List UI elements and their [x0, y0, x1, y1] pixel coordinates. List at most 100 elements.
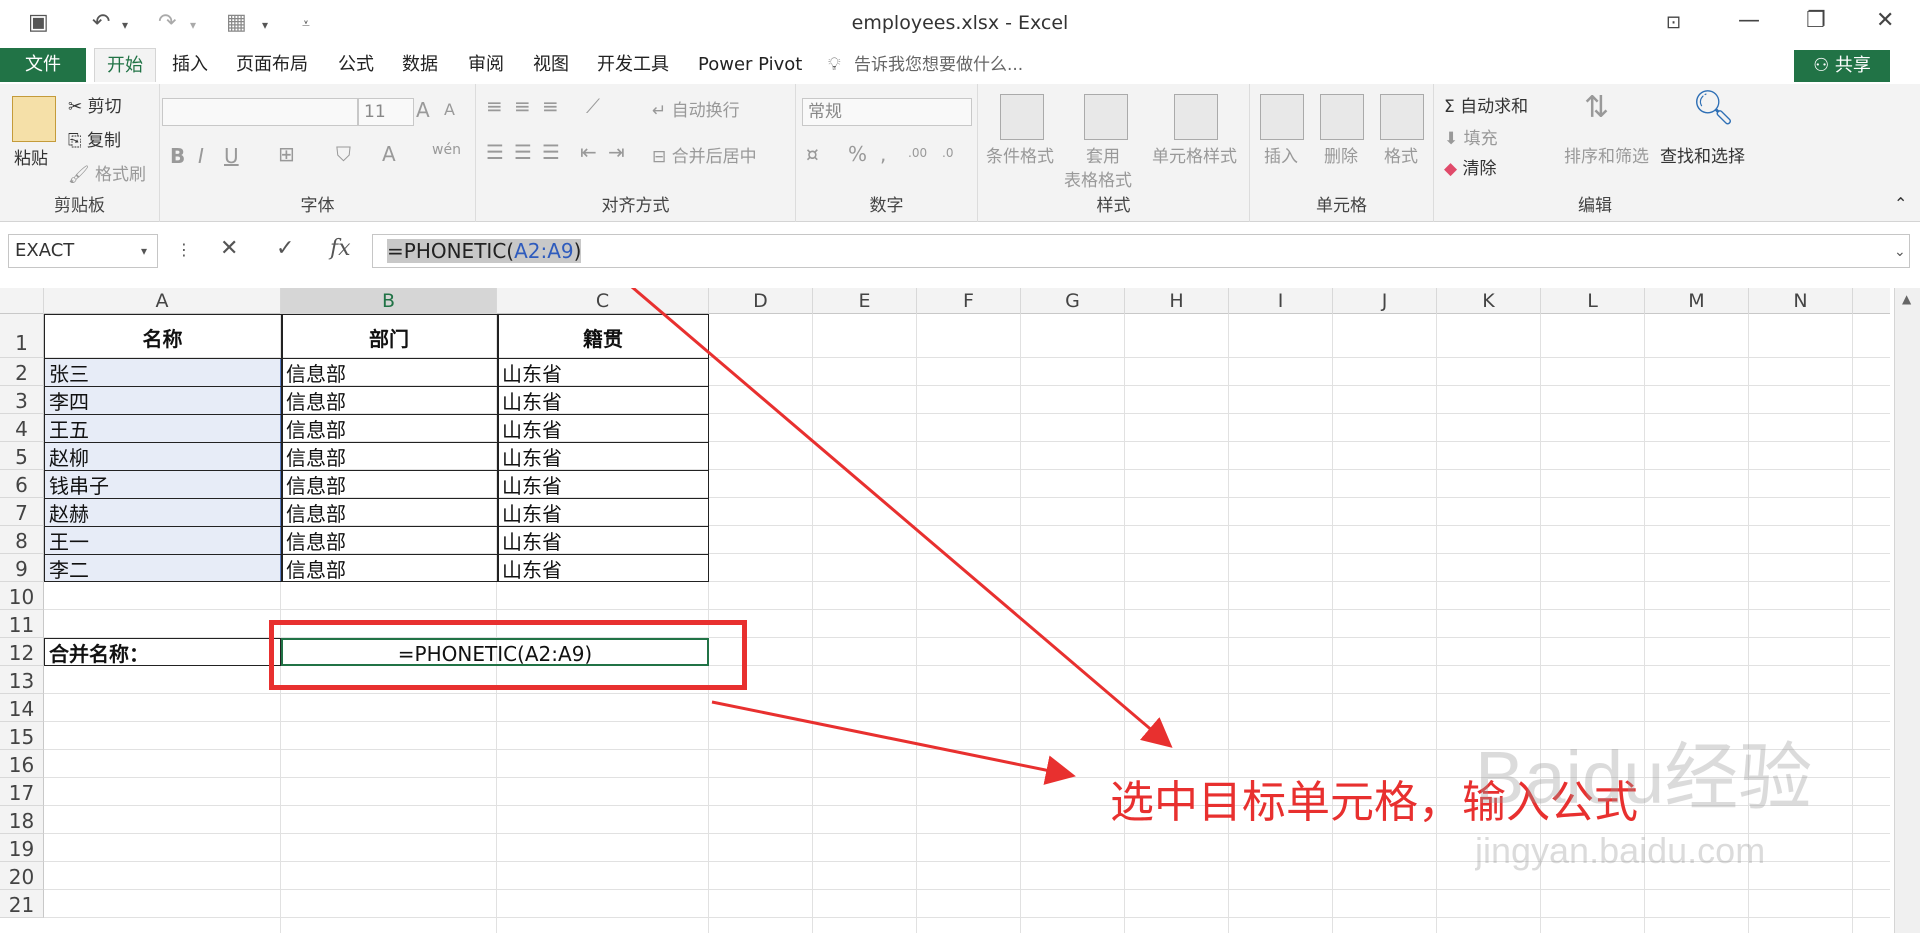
cut-button[interactable]: ✂ 剪切 — [68, 92, 122, 117]
align-top-icon[interactable]: ≡ — [486, 94, 503, 118]
fill-label: 填充 — [1463, 129, 1498, 149]
ribbon-display-icon[interactable]: ⊡ — [1666, 12, 1681, 33]
cancel-icon[interactable]: ✕ — [220, 236, 238, 261]
editing-group: Σ 自动求和 ⬇ 填充 ◆ 清除 ⇅ 排序和筛选 🔍︎ 查找和选择 编辑 — [1434, 84, 1756, 222]
delete-cells-button[interactable]: 删除 — [1324, 142, 1358, 167]
currency-icon[interactable]: ¤ — [806, 142, 819, 166]
font-name-select[interactable] — [162, 98, 358, 126]
number-group-label: 数字 — [869, 196, 904, 216]
tab-home[interactable]: 开始 — [94, 48, 156, 82]
wrap-text-button[interactable]: ↵ 自动换行 — [652, 96, 740, 121]
cells-group-label: 单元格 — [1316, 196, 1367, 216]
delete-cells-icon[interactable] — [1320, 94, 1364, 140]
align-middle-icon[interactable]: ≡ — [514, 94, 531, 118]
decrease-indent-icon[interactable]: ⇤ — [580, 140, 597, 164]
formula-input[interactable]: =PHONETIC(A2:A9) — [372, 234, 1910, 268]
number-format-select[interactable]: 常规 — [802, 98, 972, 126]
sort-filter-icon[interactable]: ⇅ — [1584, 90, 1609, 125]
conditional-format-button[interactable]: 条件格式 — [986, 142, 1054, 167]
grow-font-icon[interactable]: A — [416, 98, 430, 122]
paste-icon[interactable] — [12, 96, 56, 142]
collapse-ribbon-icon[interactable]: ⌃ — [1894, 194, 1907, 213]
tab-developer[interactable]: 开发工具 — [597, 48, 669, 82]
tab-insert[interactable]: 插入 — [172, 48, 208, 82]
cut-label: 剪切 — [87, 97, 122, 117]
fill-color-icon[interactable]: ⛉ — [336, 142, 351, 166]
merge-center-button[interactable]: ⊟ 合并后居中 — [652, 142, 757, 167]
phonetic-icon[interactable]: wén — [432, 142, 461, 158]
tab-power-pivot[interactable]: Power Pivot — [698, 48, 802, 82]
increase-indent-icon[interactable]: ⇥ — [608, 140, 625, 164]
formula-highlight: =PHONETIC(A2:A9) — [387, 239, 582, 263]
tab-review[interactable]: 审阅 — [468, 48, 504, 82]
percent-icon[interactable]: % — [848, 142, 867, 166]
editing-group-label: 编辑 — [1578, 196, 1612, 216]
format-table-line1[interactable]: 套用 — [1086, 142, 1120, 167]
clipboard-group-label: 剪贴板 — [54, 196, 105, 216]
tab-page-layout[interactable]: 页面布局 — [236, 48, 308, 82]
clear-button[interactable]: ◆ 清除 — [1444, 154, 1496, 179]
insert-cells-button[interactable]: 插入 — [1264, 142, 1298, 167]
formula-bar: EXACT ▾ ⋮ ✕ ✓ fx =PHONETIC(A2:A9) ⌄ — [0, 222, 1920, 280]
tell-me-search[interactable]: 告诉我您想要做什么... — [854, 48, 1023, 82]
copy-button[interactable]: ⎘ 复制 — [68, 126, 121, 151]
namebox-dropdown-icon[interactable]: ▾ — [141, 244, 147, 258]
insert-cells-icon[interactable] — [1260, 94, 1304, 140]
arrow-from-cell — [711, 700, 1076, 785]
font-color-icon[interactable]: A — [382, 142, 396, 166]
underline-icon[interactable]: U — [224, 144, 239, 168]
clipboard-group: 粘贴 ✂ 剪切 ⎘ 复制 🖌︎ 格式刷 剪贴板 — [0, 84, 160, 222]
cell-styles-icon[interactable] — [1174, 94, 1218, 140]
increase-decimal-icon[interactable]: .00 — [908, 146, 927, 160]
worksheet[interactable]: ABCDEFGHIJKLMNO 123456789101112131415161… — [0, 288, 1920, 933]
bold-icon[interactable]: B — [170, 144, 185, 168]
comma-icon[interactable]: , — [880, 142, 886, 166]
font-size-select[interactable]: 11 — [358, 98, 414, 126]
scroll-up-icon[interactable]: ▲ — [1902, 292, 1911, 306]
alignment-group: ≡ ≡ ≡ ⟋ ↵ 自动换行 ☰ ☰ ☰ ⇤ ⇥ ⊟ 合并后居中 对齐方式 — [476, 84, 796, 222]
shrink-font-icon[interactable]: A — [444, 100, 455, 119]
share-button[interactable]: ⚇ 共享 — [1794, 50, 1890, 82]
align-center-icon[interactable]: ☰ — [514, 140, 532, 164]
close-icon[interactable]: ✕ — [1876, 8, 1894, 33]
baidu-watermark: Baidu经验 jingyan.baidu.com — [1475, 736, 1812, 871]
format-painter-label: 格式刷 — [95, 165, 146, 185]
paste-button[interactable]: 粘贴 — [14, 144, 48, 169]
insert-function-icon[interactable]: fx — [330, 236, 351, 261]
sigma-icon: Σ — [1444, 97, 1461, 117]
sort-filter-button[interactable]: 排序和筛选 — [1564, 142, 1649, 167]
restore-icon[interactable]: ❐ — [1806, 8, 1826, 33]
align-bottom-icon[interactable]: ≡ — [542, 94, 559, 118]
font-group: 11 A A B I U ⊞ ⛉ A wén 字体 — [160, 84, 476, 222]
minimize-icon[interactable]: — — [1738, 8, 1760, 33]
format-table-line2[interactable]: 表格格式 — [1064, 166, 1132, 191]
decrease-decimal-icon[interactable]: .0 — [942, 146, 953, 160]
watermark-url: jingyan.baidu.com — [1475, 830, 1765, 871]
format-table-icon[interactable] — [1084, 94, 1128, 140]
magnifier-icon[interactable]: 🔍︎ — [1692, 88, 1735, 128]
align-right-icon[interactable]: ☰ — [542, 140, 560, 164]
format-cells-button[interactable]: 格式 — [1384, 142, 1418, 167]
find-select-button[interactable]: 查找和选择 — [1660, 142, 1745, 167]
italic-icon[interactable]: I — [198, 144, 204, 168]
tab-view[interactable]: 视图 — [533, 48, 569, 82]
enter-icon[interactable]: ✓ — [276, 236, 294, 261]
format-painter-button[interactable]: 🖌︎ 格式刷 — [68, 160, 146, 185]
borders-icon[interactable]: ⊞ — [278, 142, 295, 166]
merge-icon: ⊟ — [652, 147, 672, 167]
align-left-icon[interactable]: ☰ — [486, 140, 504, 164]
fill-button[interactable]: ⬇ 填充 — [1444, 124, 1498, 149]
conditional-format-icon[interactable] — [1000, 94, 1044, 140]
expand-formula-icon[interactable]: ⌄ — [1894, 244, 1906, 260]
name-box[interactable]: EXACT — [8, 234, 158, 268]
autosum-button[interactable]: Σ 自动求和 — [1444, 92, 1528, 117]
format-cells-icon[interactable] — [1380, 94, 1424, 140]
lightbulb-icon: 💡︎ — [828, 54, 841, 75]
cells-group: 插入 删除 格式 单元格 — [1250, 84, 1434, 222]
tab-formulas[interactable]: 公式 — [338, 48, 374, 82]
tab-file[interactable]: 文件 — [0, 48, 86, 82]
orientation-icon[interactable]: ⟋ — [586, 94, 600, 118]
cell-styles-button[interactable]: 单元格样式 — [1152, 142, 1237, 167]
vertical-scrollbar[interactable]: ▲ — [1894, 288, 1920, 933]
tab-data[interactable]: 数据 — [402, 48, 438, 82]
